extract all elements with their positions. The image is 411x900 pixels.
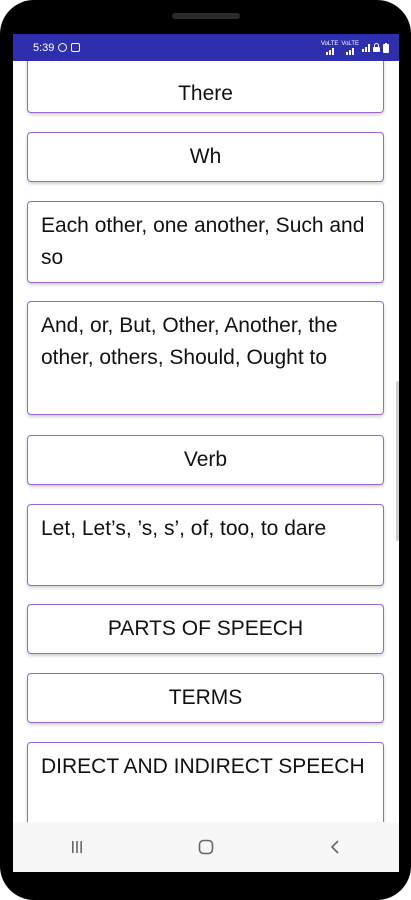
status-bar: 5:39 VoLTE VoLTE bbox=[13, 34, 399, 61]
instagram-icon bbox=[71, 43, 81, 52]
list-item-terms[interactable]: TERMS bbox=[27, 673, 384, 723]
wifi-icon bbox=[362, 43, 370, 52]
status-right: VoLTE VoLTE bbox=[321, 34, 389, 61]
home-button[interactable] bbox=[186, 832, 226, 862]
phone-frame: 5:39 VoLTE VoLTE There Wh Each other, on… bbox=[0, 0, 411, 900]
list-item-label: DIRECT AND INDIRECT SPEECH bbox=[41, 755, 365, 778]
battery-icon bbox=[383, 42, 389, 53]
status-left: 5:39 bbox=[33, 34, 81, 61]
list-item-label: TERMS bbox=[168, 686, 243, 709]
back-icon bbox=[330, 840, 339, 854]
list-item-wh[interactable]: Wh bbox=[27, 132, 384, 182]
list-item-there[interactable]: There bbox=[27, 61, 384, 113]
list-item-label: PARTS OF SPEECH bbox=[107, 617, 304, 640]
phone-speaker bbox=[172, 13, 240, 19]
back-button[interactable] bbox=[315, 832, 355, 862]
list-item-direct-indirect-speech[interactable]: DIRECT AND INDIRECT SPEECH bbox=[27, 742, 384, 822]
list-item-parts-of-speech[interactable]: PARTS OF SPEECH bbox=[27, 604, 384, 654]
lock-icon bbox=[373, 43, 380, 52]
recents-icon bbox=[72, 841, 83, 853]
list-item-verb[interactable]: Verb bbox=[27, 435, 384, 485]
whatsapp-icon bbox=[58, 43, 68, 52]
navigation-bar bbox=[13, 822, 399, 872]
list-item-each-other[interactable]: Each other, one another, Such and so bbox=[27, 201, 384, 283]
list-item-label: Verb bbox=[183, 448, 228, 471]
list-item-label: Let, Let’s, ’s, s’, of, too, to dare bbox=[41, 517, 327, 540]
recents-button[interactable] bbox=[57, 832, 97, 862]
scrollbar[interactable] bbox=[396, 381, 399, 541]
topic-list[interactable]: There Wh Each other, one another, Such a… bbox=[13, 61, 399, 822]
list-item-label: Wh bbox=[189, 145, 222, 168]
screen: 5:39 VoLTE VoLTE There Wh Each other, on… bbox=[13, 34, 399, 872]
list-item-and-or-but[interactable]: And, or, But, Other, Another, the other,… bbox=[27, 301, 384, 415]
volte-signal-icon: VoLTE bbox=[321, 41, 338, 55]
list-item-let[interactable]: Let, Let’s, ’s, s’, of, too, to dare bbox=[27, 504, 384, 586]
list-item-label: There bbox=[178, 82, 233, 105]
list-item-label: And, or, But, Other, Another, the other,… bbox=[41, 314, 338, 369]
volte-signal-icon: VoLTE bbox=[341, 41, 359, 55]
home-icon bbox=[198, 839, 214, 855]
list-item-label: Each other, one another, Such and so bbox=[41, 214, 365, 269]
status-time: 5:39 bbox=[33, 41, 55, 54]
